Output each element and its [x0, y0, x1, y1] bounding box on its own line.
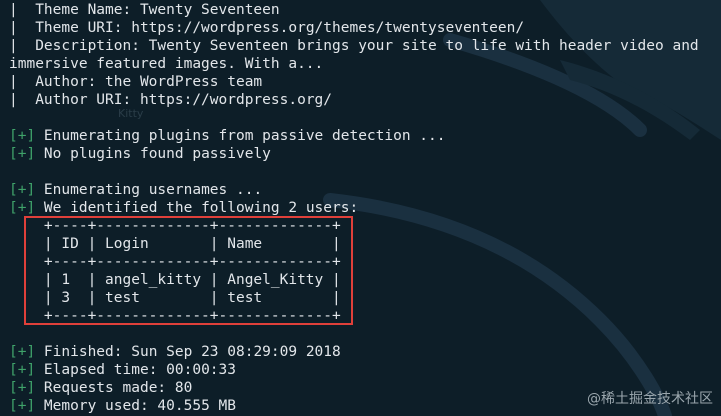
status-plus-prefix: [+]	[9, 380, 36, 396]
status-plus-prefix: [+]	[9, 146, 36, 162]
terminal-line: | Author: the WordPress team	[9, 73, 699, 91]
terminal-line-text: Theme URI: https://wordpress.org/themes/…	[17, 20, 525, 36]
terminal-line-text: Author: the WordPress team	[17, 74, 263, 90]
terminal-output: | Theme Name: Twenty Seventeen | Theme UR…	[9, 1, 699, 415]
terminal-line: [+] Elapsed time: 00:00:33	[9, 361, 699, 379]
terminal-line-text: Requests made: 80	[35, 380, 193, 396]
terminal-line-text: Memory used: 40.555 MB	[35, 398, 236, 414]
terminal-line: [+] We identified the following 2 users:	[9, 199, 699, 217]
status-plus-prefix: [+]	[9, 344, 36, 360]
pipe-prefix: |	[9, 2, 18, 18]
terminal-line-text: immersive featured images. With a...	[9, 56, 324, 72]
status-plus-prefix: [+]	[9, 398, 36, 414]
watermark: @稀土掘金技术社区	[587, 388, 713, 408]
terminal-line-text: No plugins found passively	[35, 146, 271, 162]
terminal-line: | Description: Twenty Seventeen brings y…	[9, 37, 699, 55]
terminal-line-text: Description: Twenty Seventeen brings you…	[17, 38, 699, 54]
terminal-line: [+] Enumerating plugins from passive det…	[9, 127, 699, 145]
terminal-line-text: Elapsed time: 00:00:33	[35, 362, 236, 378]
terminal-line-text: Author URI: https://wordpress.org/	[17, 92, 333, 108]
terminal-line: | Theme Name: Twenty Seventeen	[9, 1, 699, 19]
watermark-text: @稀土掘金技术社区	[587, 391, 713, 407]
users-table-highlight-box	[24, 216, 353, 325]
terminal-line-text: Enumerating plugins from passive detecti…	[35, 128, 446, 144]
terminal-line: immersive featured images. With a...	[9, 55, 699, 73]
terminal-line-text: We identified the following 2 users:	[35, 200, 359, 216]
terminal-line: [+] No plugins found passively	[9, 145, 699, 163]
terminal-line: [+] Enumerating usernames ...	[9, 181, 699, 199]
terminal-line-text: Finished: Sun Sep 23 08:29:09 2018	[35, 344, 341, 360]
terminal-line-text: Enumerating usernames ...	[35, 182, 263, 198]
terminal-line: | Author URI: https://wordpress.org/	[9, 91, 699, 109]
status-plus-prefix: [+]	[9, 362, 36, 378]
terminal-line: | Theme URI: https://wordpress.org/theme…	[9, 19, 699, 37]
pipe-prefix: |	[9, 20, 18, 36]
status-plus-prefix: [+]	[9, 200, 36, 216]
pipe-prefix: |	[9, 74, 18, 90]
terminal-line: [+] Finished: Sun Sep 23 08:29:09 2018	[9, 343, 699, 361]
pipe-prefix: |	[9, 92, 18, 108]
terminal-line-text: Theme Name: Twenty Seventeen	[17, 2, 280, 18]
status-plus-prefix: [+]	[9, 182, 36, 198]
pipe-prefix: |	[9, 38, 18, 54]
status-plus-prefix: [+]	[9, 128, 36, 144]
